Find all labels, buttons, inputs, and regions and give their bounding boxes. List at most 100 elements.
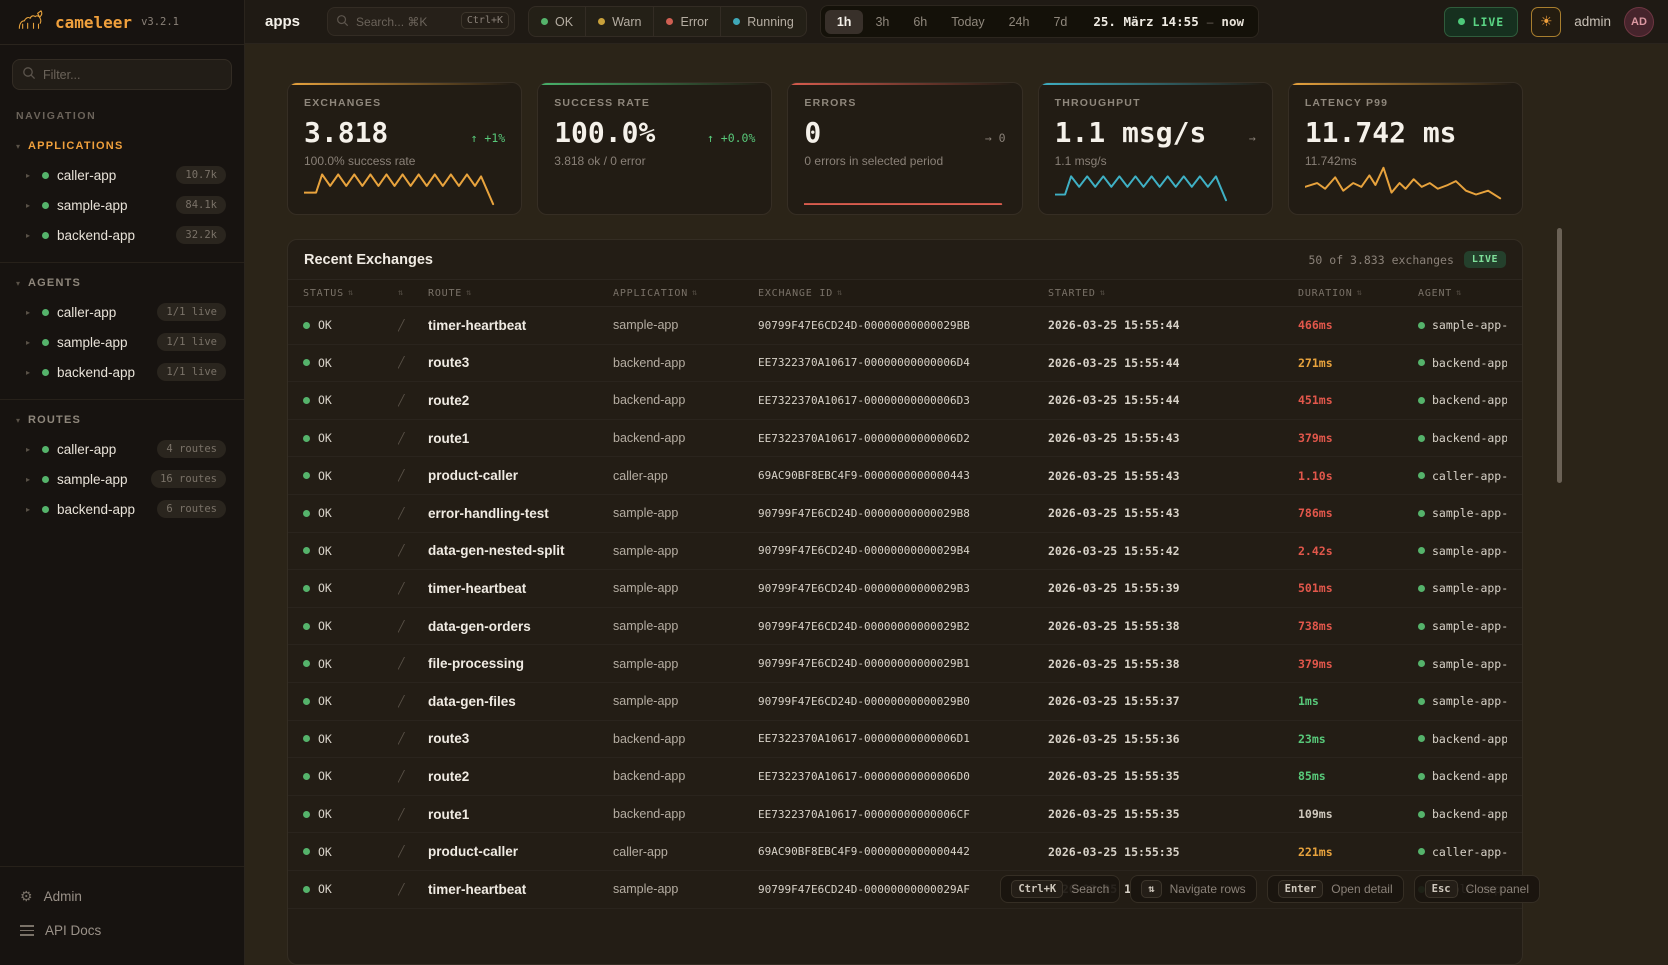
time-range-chip[interactable]: 6h (901, 10, 939, 34)
sidebar-nav-item[interactable]: ▸ backend-app 6 routes (12, 494, 232, 524)
card-exchanges[interactable]: EXCHANGES 3.818 ↑ +1% 100.0% success rat… (287, 82, 522, 215)
live-badge: LIVE (1464, 251, 1506, 268)
chevron-right-icon: ▸ (26, 368, 34, 377)
card-errors[interactable]: ERRORS 0 → 0 0 errors in selected period (787, 82, 1022, 215)
nav-item-badge: 4 routes (157, 440, 226, 458)
started-cell: 2026-03-25 15:55:43 (1048, 431, 1298, 445)
table-row[interactable]: OK ╱ route1 backend-app EE7322370A10617-… (288, 796, 1522, 834)
card-latency[interactable]: LATENCY P99 11.742 ms 11.742ms (1288, 82, 1523, 215)
table-row[interactable]: OK ╱ timer-heartbeat sample-app 90799F47… (288, 307, 1522, 345)
table-row[interactable]: OK ╱ file-processing sample-app 90799F47… (288, 645, 1522, 683)
sidebar-nav-item[interactable]: ▸ sample-app 16 routes (12, 464, 232, 494)
time-range-chip[interactable]: 1h (825, 10, 864, 34)
status-cell: OK (303, 318, 398, 332)
table-row[interactable]: OK ╱ route3 backend-app EE7322370A10617-… (288, 345, 1522, 383)
card-throughput[interactable]: THROUGHPUT 1.1 msg/s → 1.1 msg/s (1038, 82, 1273, 215)
col-status[interactable]: STATUS⇅ (303, 288, 398, 299)
sparkline-icon (804, 162, 1005, 206)
sidebar-footer: ⚙ Admin API Docs (0, 866, 244, 965)
table-row[interactable]: OK ╱ data-gen-nested-split sample-app 90… (288, 533, 1522, 571)
sidebar-nav-item[interactable]: ▸ caller-app 4 routes (12, 434, 232, 464)
status-cell: OK (303, 581, 398, 595)
table-row[interactable]: OK ╱ product-caller caller-app 69AC90BF8… (288, 833, 1522, 871)
section-title: AGENTS (28, 277, 81, 289)
sidebar-nav-item[interactable]: ▸ backend-app 1/1 live (12, 357, 232, 387)
status-filter-chip[interactable]: Warn (586, 7, 654, 36)
sidebar-nav-item[interactable]: ▸ sample-app 1/1 live (12, 327, 232, 357)
table-row[interactable]: OK ╱ data-gen-files sample-app 90799F47E… (288, 683, 1522, 721)
col-started[interactable]: STARTED⇅ (1048, 288, 1298, 299)
col-trend[interactable]: ⇅ (398, 288, 428, 298)
status-filter-chip[interactable]: Error (654, 7, 721, 36)
sidebar-nav-item[interactable]: ▸ caller-app 1/1 live (12, 297, 232, 327)
route-cell: timer-heartbeat (428, 882, 613, 897)
chevron-right-icon: ▸ (26, 171, 34, 180)
table-row[interactable]: OK ╱ route3 backend-app EE7322370A10617-… (288, 721, 1522, 759)
agent-cell: sample-app-1 (1418, 657, 1507, 671)
table-row[interactable]: OK ╱ product-caller caller-app 69AC90BF8… (288, 457, 1522, 495)
topbar: apps Ctrl+K OK Warn Error Running 1h3h6h… (245, 0, 1668, 44)
api-docs-link[interactable]: API Docs (16, 914, 228, 947)
username: admin (1574, 14, 1611, 29)
filter-input[interactable] (12, 59, 232, 90)
scrollbar[interactable] (1557, 228, 1562, 483)
exchange-id-cell: 90799F47E6CD24D-00000000000029B3 (758, 582, 1048, 595)
agent-dot-icon (1418, 510, 1425, 517)
duration-cell: 501ms (1298, 581, 1418, 595)
trend-icon: ╱ (398, 432, 428, 445)
exchange-id-cell: EE7322370A10617-00000000000006D4 (758, 356, 1048, 369)
trend-icon: ╱ (398, 883, 428, 896)
table-row[interactable]: OK ╱ error-handling-test sample-app 9079… (288, 495, 1522, 533)
section-agents-header[interactable]: ▾ AGENTS (12, 273, 232, 297)
section-routes: ▾ ROUTES ▸ caller-app 4 routes ▸ sample-… (0, 399, 244, 536)
table-row[interactable]: OK ╱ route2 backend-app EE7322370A10617-… (288, 382, 1522, 420)
col-agent[interactable]: AGENT⇅ (1418, 288, 1507, 299)
section-title: APPLICATIONS (28, 140, 123, 152)
status-filter-chip[interactable]: OK (529, 7, 586, 36)
started-cell: 2026-03-25 15:55:38 (1048, 657, 1298, 671)
sidebar-nav-item[interactable]: ▸ backend-app 32.2k (12, 220, 232, 250)
route-cell: error-handling-test (428, 506, 613, 521)
range-start[interactable]: 25. März 14:55 (1079, 14, 1206, 29)
chevron-down-icon: ▾ (16, 416, 20, 425)
col-application[interactable]: APPLICATION⇅ (613, 288, 758, 299)
time-range-chip[interactable]: 24h (997, 10, 1042, 34)
col-duration[interactable]: DURATION⇅ (1298, 288, 1418, 299)
status-dot-icon (42, 309, 49, 316)
col-exchange-id[interactable]: EXCHANGE ID⇅ (758, 288, 1048, 299)
sidebar-nav-item[interactable]: ▸ sample-app 84.1k (12, 190, 232, 220)
card-delta: ↑ +1% (471, 131, 506, 145)
live-toggle-button[interactable]: LIVE (1444, 7, 1519, 37)
sidebar-nav-item[interactable]: ▸ caller-app 10.7k (12, 160, 232, 190)
status-filter-chip[interactable]: Running (721, 7, 806, 36)
theme-toggle-button[interactable]: ☀ (1531, 7, 1561, 37)
card-delta: → (1249, 131, 1256, 145)
avatar[interactable]: AD (1624, 7, 1654, 37)
section-applications-header[interactable]: ▾ APPLICATIONS (12, 136, 232, 160)
range-end[interactable]: now (1213, 14, 1254, 29)
table-row[interactable]: OK ╱ route1 backend-app EE7322370A10617-… (288, 420, 1522, 458)
time-range-chip[interactable]: Today (939, 10, 996, 34)
global-search: Ctrl+K (327, 7, 515, 36)
exchange-id-cell: 69AC90BF8EBC4F9-0000000000000442 (758, 845, 1048, 858)
time-range-chip[interactable]: 7d (1041, 10, 1079, 34)
section-agents: ▾ AGENTS ▸ caller-app 1/1 live ▸ sample-… (0, 262, 244, 399)
duration-cell: 786ms (1298, 506, 1418, 520)
agent-dot-icon (1418, 585, 1425, 592)
ok-dot-icon (303, 886, 310, 893)
card-value: 1.1 msg/s (1055, 116, 1207, 149)
nav-item-badge: 16 routes (151, 470, 226, 488)
section-routes-header[interactable]: ▾ ROUTES (12, 410, 232, 434)
time-range-chip[interactable]: 3h (863, 10, 901, 34)
table-row[interactable]: OK ╱ route2 backend-app EE7322370A10617-… (288, 758, 1522, 796)
started-cell: 2026-03-25 15:55:37 (1048, 694, 1298, 708)
table-row[interactable]: OK ╱ timer-heartbeat sample-app 90799F47… (288, 570, 1522, 608)
table-row[interactable]: OK ╱ data-gen-orders sample-app 90799F47… (288, 608, 1522, 646)
ok-dot-icon (303, 735, 310, 742)
card-success-rate[interactable]: SUCCESS RATE 100.0% ↑ +0.0% 3.818 ok / 0… (537, 82, 772, 215)
sun-icon: ☀ (1540, 13, 1553, 30)
status-dot-icon (42, 232, 49, 239)
col-route[interactable]: ROUTE⇅ (428, 288, 613, 299)
admin-link[interactable]: ⚙ Admin (16, 879, 228, 914)
agent-dot-icon (1418, 773, 1425, 780)
